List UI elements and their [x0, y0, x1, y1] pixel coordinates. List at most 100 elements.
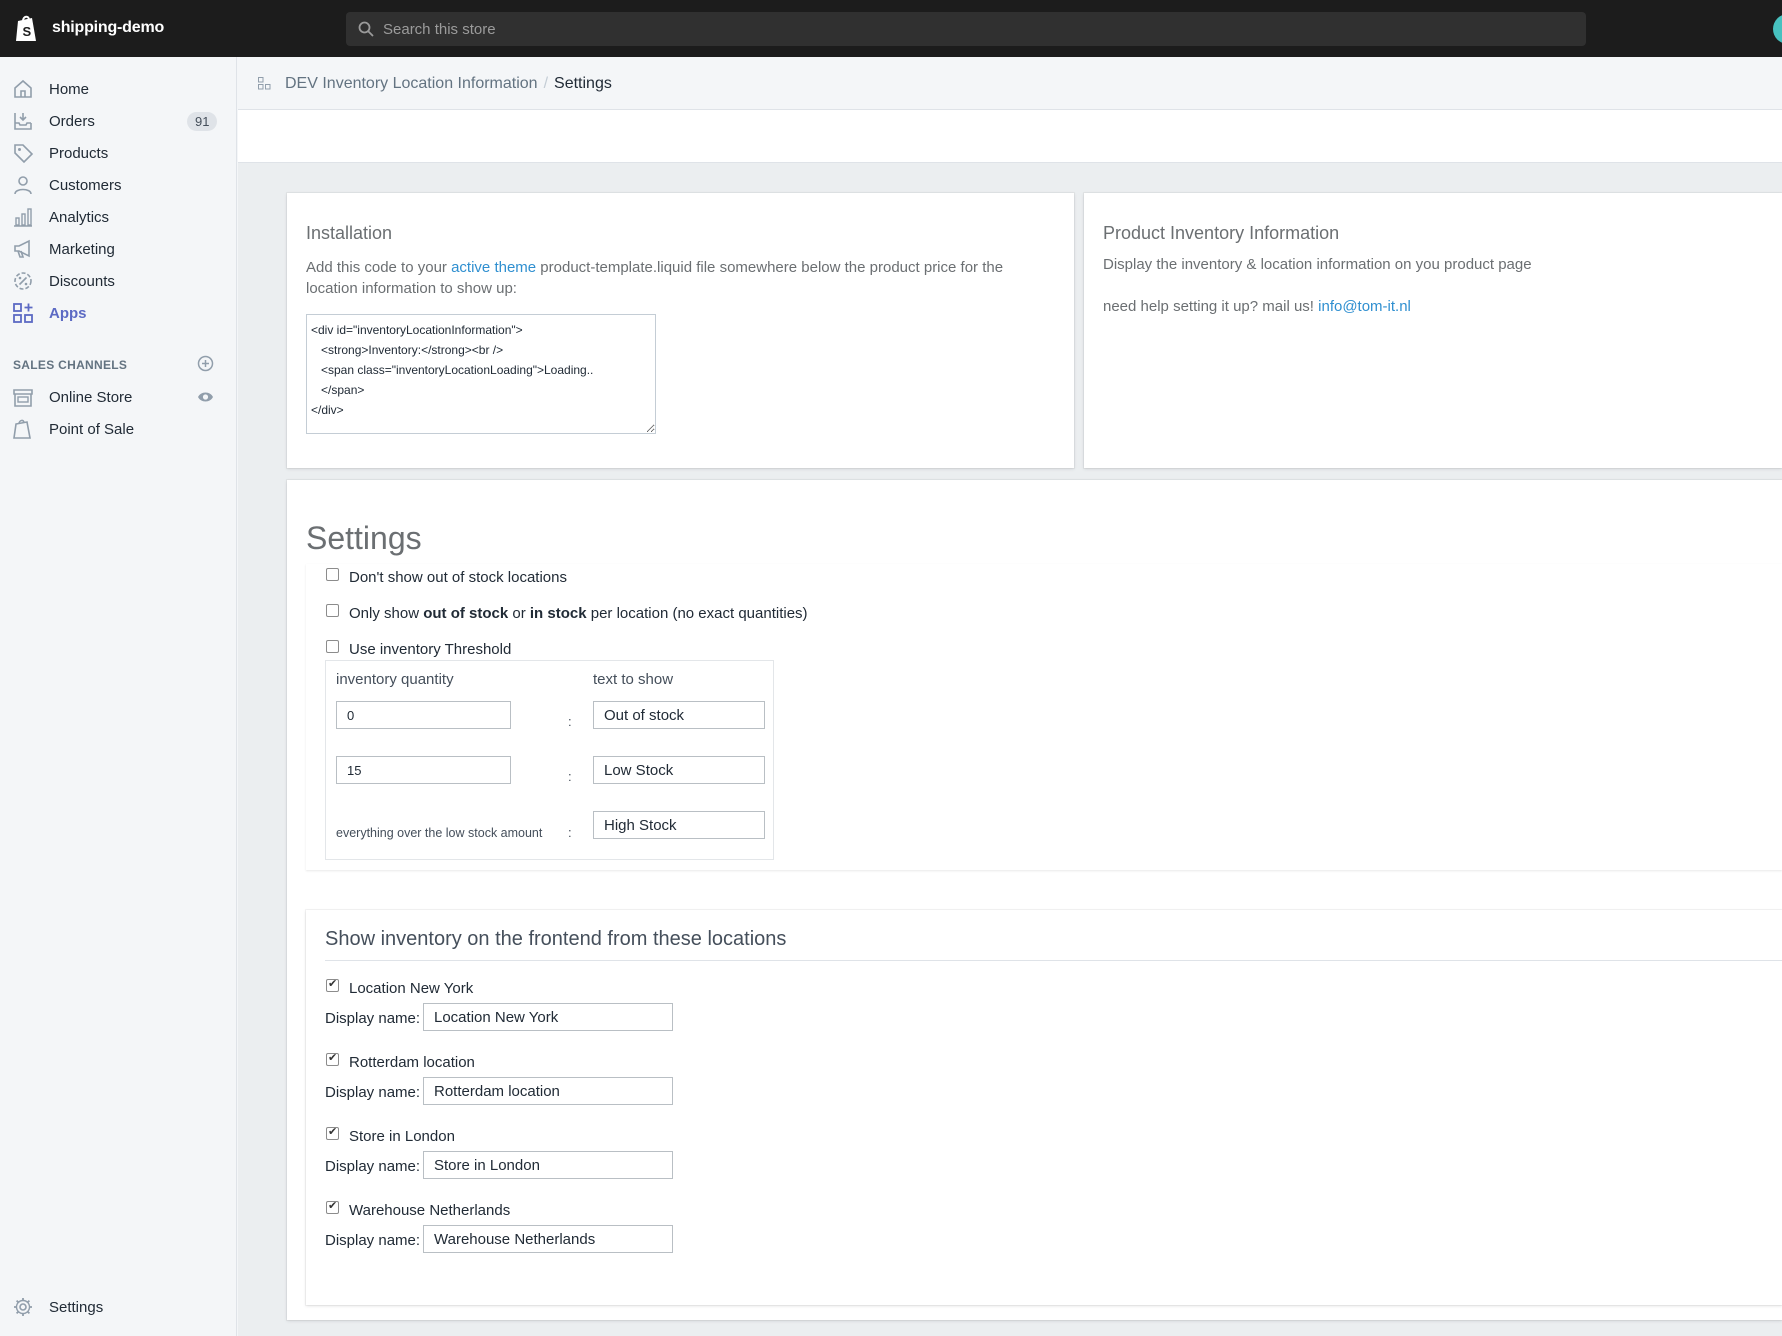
active-theme-link[interactable]: active theme — [451, 259, 536, 276]
locations-panel: Show inventory on the frontend from thes… — [306, 910, 1782, 1305]
shopify-logo[interactable]: S — [14, 14, 40, 43]
threshold-text-header: text to show — [593, 671, 674, 688]
product-info-description: Display the inventory & location informa… — [1103, 256, 1532, 273]
orders-count-badge: 91 — [187, 112, 218, 131]
breadcrumb-separator: / — [543, 75, 549, 92]
sidebar-item-orders[interactable]: Orders 91 — [0, 105, 237, 137]
option-text-bold: in stock — [529, 605, 587, 622]
sidebar-item-settings[interactable]: Settings — [0, 1291, 237, 1323]
option-checkbox[interactable] — [326, 640, 339, 653]
sidebar-item-point-of-sale[interactable]: Point of Sale — [0, 413, 237, 445]
location-checkbox[interactable] — [326, 977, 339, 992]
location-checkbox[interactable] — [326, 1051, 339, 1066]
megaphone-icon — [14, 239, 30, 258]
display-name-input[interactable] — [423, 1077, 673, 1105]
location-name: Store in London — [349, 1128, 455, 1145]
sub-header-bar — [238, 110, 1782, 163]
sidebar-item-home[interactable]: Home — [0, 73, 237, 105]
option-label: Use inventory Threshold — [349, 641, 512, 658]
shop-name[interactable]: shipping-demo — [52, 19, 164, 37]
option-text: Only show — [349, 605, 424, 622]
sidebar-item-label: Home — [49, 81, 90, 98]
option-text: per location (no exact quantities) — [586, 605, 808, 622]
person-icon — [14, 176, 32, 195]
location-name: Warehouse Netherlands — [349, 1202, 511, 1219]
search-icon — [358, 21, 374, 37]
sidebar-item-label: Discounts — [49, 273, 115, 290]
option-text: or — [508, 605, 530, 622]
sidebar-item-customers[interactable]: Customers — [0, 169, 237, 201]
sidebar-item-apps[interactable]: Apps — [0, 297, 237, 329]
eye-icon[interactable] — [197, 390, 214, 404]
main-content: Installation Add this code to your activ… — [238, 163, 1782, 1336]
installation-title: Installation — [306, 223, 393, 243]
locations-title: Show inventory on the frontend from thes… — [325, 928, 787, 950]
search-input[interactable]: Search this store — [346, 12, 1586, 46]
install-code-textarea[interactable] — [306, 314, 656, 434]
option-label: Don't show out of stock locations — [349, 569, 567, 586]
colon-separator: : — [568, 769, 572, 784]
threshold-qty-input[interactable] — [336, 701, 511, 729]
high-stock-text-input[interactable] — [593, 811, 765, 839]
sidebar-item-label: Marketing — [49, 241, 115, 258]
colon-separator: : — [568, 825, 572, 840]
page-header: DEV Inventory Location Information / Setti… — [238, 57, 1782, 110]
option-checkbox[interactable] — [326, 604, 339, 617]
location-checkbox[interactable] — [326, 1125, 339, 1140]
sidebar-item-label: Orders — [49, 113, 95, 130]
sidebar-item-discounts[interactable]: Discounts — [0, 265, 237, 297]
sidebar: Home Orders 91 Products Customers Analyt… — [0, 57, 237, 1336]
installation-card: Installation Add this code to your activ… — [287, 193, 1074, 468]
product-info-card: Product Inventory Information Display th… — [1084, 193, 1782, 468]
help-text-label: need help setting it up? mail us! — [1103, 298, 1319, 315]
threshold-text-input[interactable] — [593, 756, 765, 784]
sidebar-item-label: Apps — [49, 305, 87, 322]
threshold-qty-header: inventory quantity — [336, 671, 454, 688]
option-label: Only show out of stock or in stock per l… — [349, 605, 808, 622]
sidebar-item-label: Analytics — [49, 209, 110, 226]
display-name-label: Display name: — [325, 1084, 421, 1101]
breadcrumb-app-link[interactable]: DEV Inventory Location Information — [285, 75, 538, 92]
sales-channels-heading: SALES CHANNELS — [13, 358, 128, 372]
over-low-stock-label: everything over the low stock amount — [336, 826, 543, 840]
search-placeholder: Search this store — [383, 21, 496, 38]
sidebar-item-products[interactable]: Products — [0, 137, 237, 169]
display-name-input[interactable] — [423, 1003, 673, 1031]
avatar[interactable] — [1773, 14, 1782, 44]
colon-separator: : — [568, 714, 572, 729]
threshold-qty-input[interactable] — [336, 756, 511, 784]
product-info-title: Product Inventory Information — [1103, 223, 1340, 243]
location-checkbox[interactable] — [326, 1199, 339, 1214]
display-name-label: Display name: — [325, 1010, 421, 1027]
orders-icon — [14, 113, 32, 130]
add-circle-icon[interactable] — [197, 355, 214, 372]
display-name-input[interactable] — [423, 1151, 673, 1179]
sidebar-item-analytics[interactable]: Analytics — [0, 201, 237, 233]
bar-chart-icon — [14, 208, 32, 227]
divider — [325, 960, 1782, 961]
sidebar-item-label: Settings — [49, 1299, 104, 1316]
location-name: Location New York — [349, 980, 474, 997]
sidebar-item-label: Point of Sale — [49, 421, 135, 438]
discount-icon — [14, 272, 32, 290]
threshold-text-input[interactable] — [593, 701, 765, 729]
help-text: need help setting it up? mail us! info@t… — [1103, 296, 1411, 317]
sidebar-item-label: Online Store — [49, 389, 133, 406]
pos-bag-icon — [13, 419, 31, 439]
email-link[interactable]: info@tom-it.nl — [1318, 298, 1411, 315]
instruction-text: Add this code to your — [306, 259, 452, 276]
threshold-table: inventory quantity text to show : : ever… — [325, 660, 774, 860]
option-checkbox[interactable] — [326, 568, 339, 581]
sidebar-item-online-store[interactable]: Online Store — [0, 381, 237, 413]
installation-instructions: Add this code to your active theme produ… — [306, 257, 1026, 299]
svg-text:S: S — [23, 24, 32, 39]
settings-title: Settings — [306, 520, 422, 556]
breadcrumb: DEV Inventory Location Information / Setti… — [285, 75, 612, 93]
sidebar-item-marketing[interactable]: Marketing — [0, 233, 237, 265]
settings-card: Settings Don't show out of stock locatio… — [287, 480, 1782, 1320]
top-bar: S shipping-demo Search this store — [0, 0, 1782, 57]
display-name-input[interactable] — [423, 1225, 673, 1253]
home-icon — [14, 79, 32, 98]
location-name: Rotterdam location — [349, 1054, 475, 1071]
store-icon — [13, 389, 33, 407]
